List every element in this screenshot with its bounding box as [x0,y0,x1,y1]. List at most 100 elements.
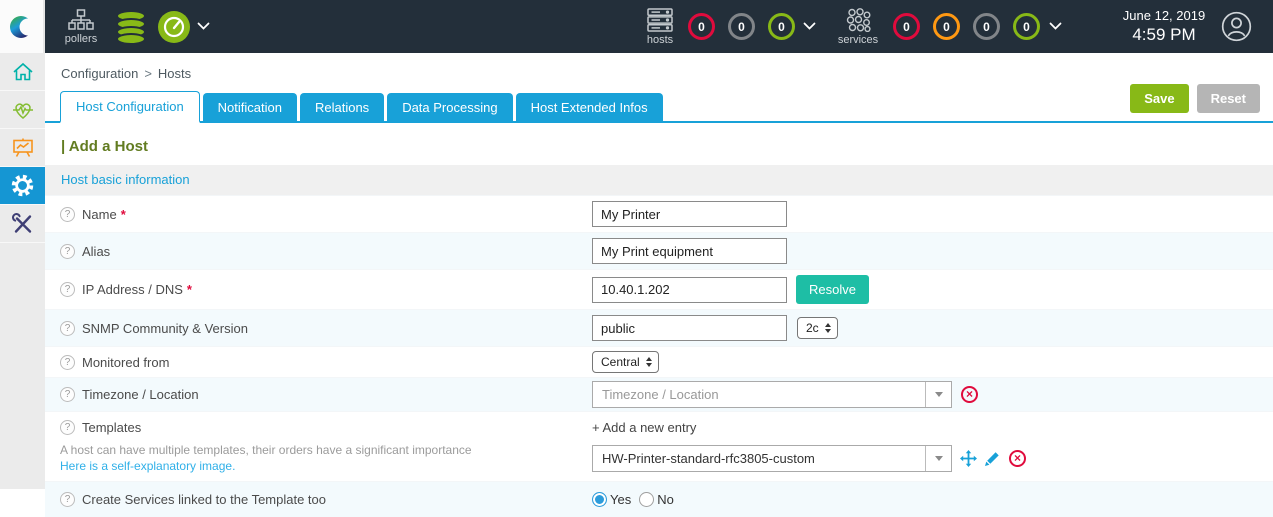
select-spinner-icon [645,357,652,367]
tab-host-extended-infos[interactable]: Host Extended Infos [515,93,663,121]
tab-relations[interactable]: Relations [299,93,385,121]
timezone-combobox[interactable]: Timezone / Location [592,381,952,408]
help-icon[interactable]: ? [60,282,75,297]
help-icon[interactable]: ? [60,354,75,370]
chart-board-icon [12,138,33,157]
templates-description: A host can have multiple templates, thei… [60,443,472,457]
help-icon[interactable]: ? [60,420,75,435]
tab-data-processing[interactable]: Data Processing [387,93,513,121]
select-spinner-icon [824,323,831,333]
alias-label-cell: ? Alias [60,243,592,259]
pollers-status[interactable]: pollers [58,0,104,53]
timezone-clear-icon[interactable]: × [961,386,978,403]
sidebar-item-home[interactable] [0,53,45,91]
timezone-label-cell: ? Timezone / Location [60,387,592,402]
pencil-icon [985,452,999,466]
name-label: Name [82,206,117,222]
poller-dropdown[interactable] [197,0,210,53]
form-row-monitored-from: ? Monitored from Central [45,346,1273,377]
sidebar-item-monitoring[interactable] [0,91,45,129]
main-content: Configuration > Hosts Host Configuration N… [45,53,1273,517]
combo-arrow[interactable] [925,446,951,471]
home-icon [12,62,33,80]
name-input[interactable] [592,201,787,227]
template-delete-icon[interactable]: × [1009,450,1026,467]
templates-label: Templates [82,420,142,435]
save-button[interactable]: Save [1130,84,1189,113]
section-header-host-basic-information: Host basic information [45,165,1273,195]
required-marker: * [186,282,192,297]
centreon-logo[interactable] [0,0,45,53]
current-date: June 12, 2019 [1122,8,1206,23]
chevron-down-icon [934,456,943,461]
user-avatar-icon [1221,11,1252,42]
services-ok-count[interactable]: 0 [1013,13,1040,40]
tab-host-configuration[interactable]: Host Configuration [60,91,200,123]
hosts-up-count[interactable]: 0 [768,13,795,40]
reset-button[interactable]: Reset [1196,84,1260,113]
help-icon[interactable]: ? [60,243,75,259]
snmp-community-input[interactable] [592,315,787,341]
services-dropdown[interactable] [1049,0,1062,53]
breadcrumb-configuration[interactable]: Configuration [61,66,138,81]
snmp-label-cell: ? SNMP Community & Version [60,320,592,336]
template-selected-value: HW-Printer-standard-rfc3805-custom [602,451,815,466]
chevron-down-icon [803,22,816,30]
resolve-button[interactable]: Resolve [796,275,869,304]
help-icon[interactable]: ? [60,387,75,402]
database-status[interactable] [113,0,149,53]
combo-arrow[interactable] [925,382,951,407]
help-icon[interactable]: ? [60,206,75,222]
services-unknown-count[interactable]: 0 [973,13,1000,40]
form-actions: Save Reset [1122,84,1260,113]
create-services-yes-radio[interactable] [592,492,607,507]
snmp-version-select[interactable]: 2c [797,317,838,339]
templates-field-cell: + Add a new entry HW-Printer-standard-rf… [592,420,1026,472]
alias-input[interactable] [592,238,787,264]
sidebar-nav [0,53,45,489]
top-bar: pollers hosts 0 0 0 services 0 0 0 0 Jun… [0,0,1273,53]
poller-health-status[interactable] [157,0,191,53]
hosts-unreachable-count[interactable]: 0 [728,13,755,40]
hosts-down-count[interactable]: 0 [688,13,715,40]
snmp-label: SNMP Community & Version [82,320,248,336]
monitored-from-label-cell: ? Monitored from [60,354,592,370]
template-edit-button[interactable] [985,451,1000,466]
breadcrumb: Configuration > Hosts [45,53,1273,81]
create-services-no-radio[interactable] [639,492,655,507]
breadcrumb-hosts[interactable]: Hosts [158,66,191,81]
services-warning-count[interactable]: 0 [933,13,960,40]
current-time: 4:59 PM [1132,25,1196,44]
name-label-cell: ? Name * [60,206,592,222]
services-critical-count[interactable]: 0 [893,13,920,40]
monitored-from-label: Monitored from [82,354,170,370]
sidebar-item-configuration[interactable] [0,167,45,205]
tab-notification[interactable]: Notification [202,93,297,121]
help-icon[interactable]: ? [60,492,75,507]
form-row-ip-address: ? IP Address / DNS * Resolve [45,269,1273,309]
chevron-down-icon [197,22,210,30]
ip-address-input[interactable] [592,276,787,303]
breadcrumb-separator: > [144,66,152,81]
template-move-handle[interactable] [960,450,977,467]
sidebar-item-administration[interactable] [0,205,45,243]
hosts-icon [647,7,673,32]
create-services-no-label: No [657,492,674,507]
templates-help-link[interactable]: Here is a self-explanatory image. [60,459,592,473]
sidebar-item-reporting[interactable] [0,129,45,167]
ip-address-label: IP Address / DNS [82,282,183,297]
services-status-group: services [833,0,883,53]
move-icon [960,450,977,467]
ip-label-cell: ? IP Address / DNS * [60,282,592,297]
chevron-down-icon [934,392,943,397]
hosts-dropdown[interactable] [803,0,816,53]
hosts-status-group: hosts [637,0,683,53]
alias-label: Alias [82,243,111,259]
template-combobox[interactable]: HW-Printer-standard-rfc3805-custom [592,445,952,472]
monitored-from-select[interactable]: Central [592,351,659,373]
heartbeat-icon [12,102,33,119]
add-template-entry-button[interactable]: + Add a new entry [592,420,1026,435]
form-row-templates: ? Templates A host can have multiple tem… [45,411,1273,481]
help-icon[interactable]: ? [60,320,75,336]
user-menu[interactable] [1221,0,1252,53]
